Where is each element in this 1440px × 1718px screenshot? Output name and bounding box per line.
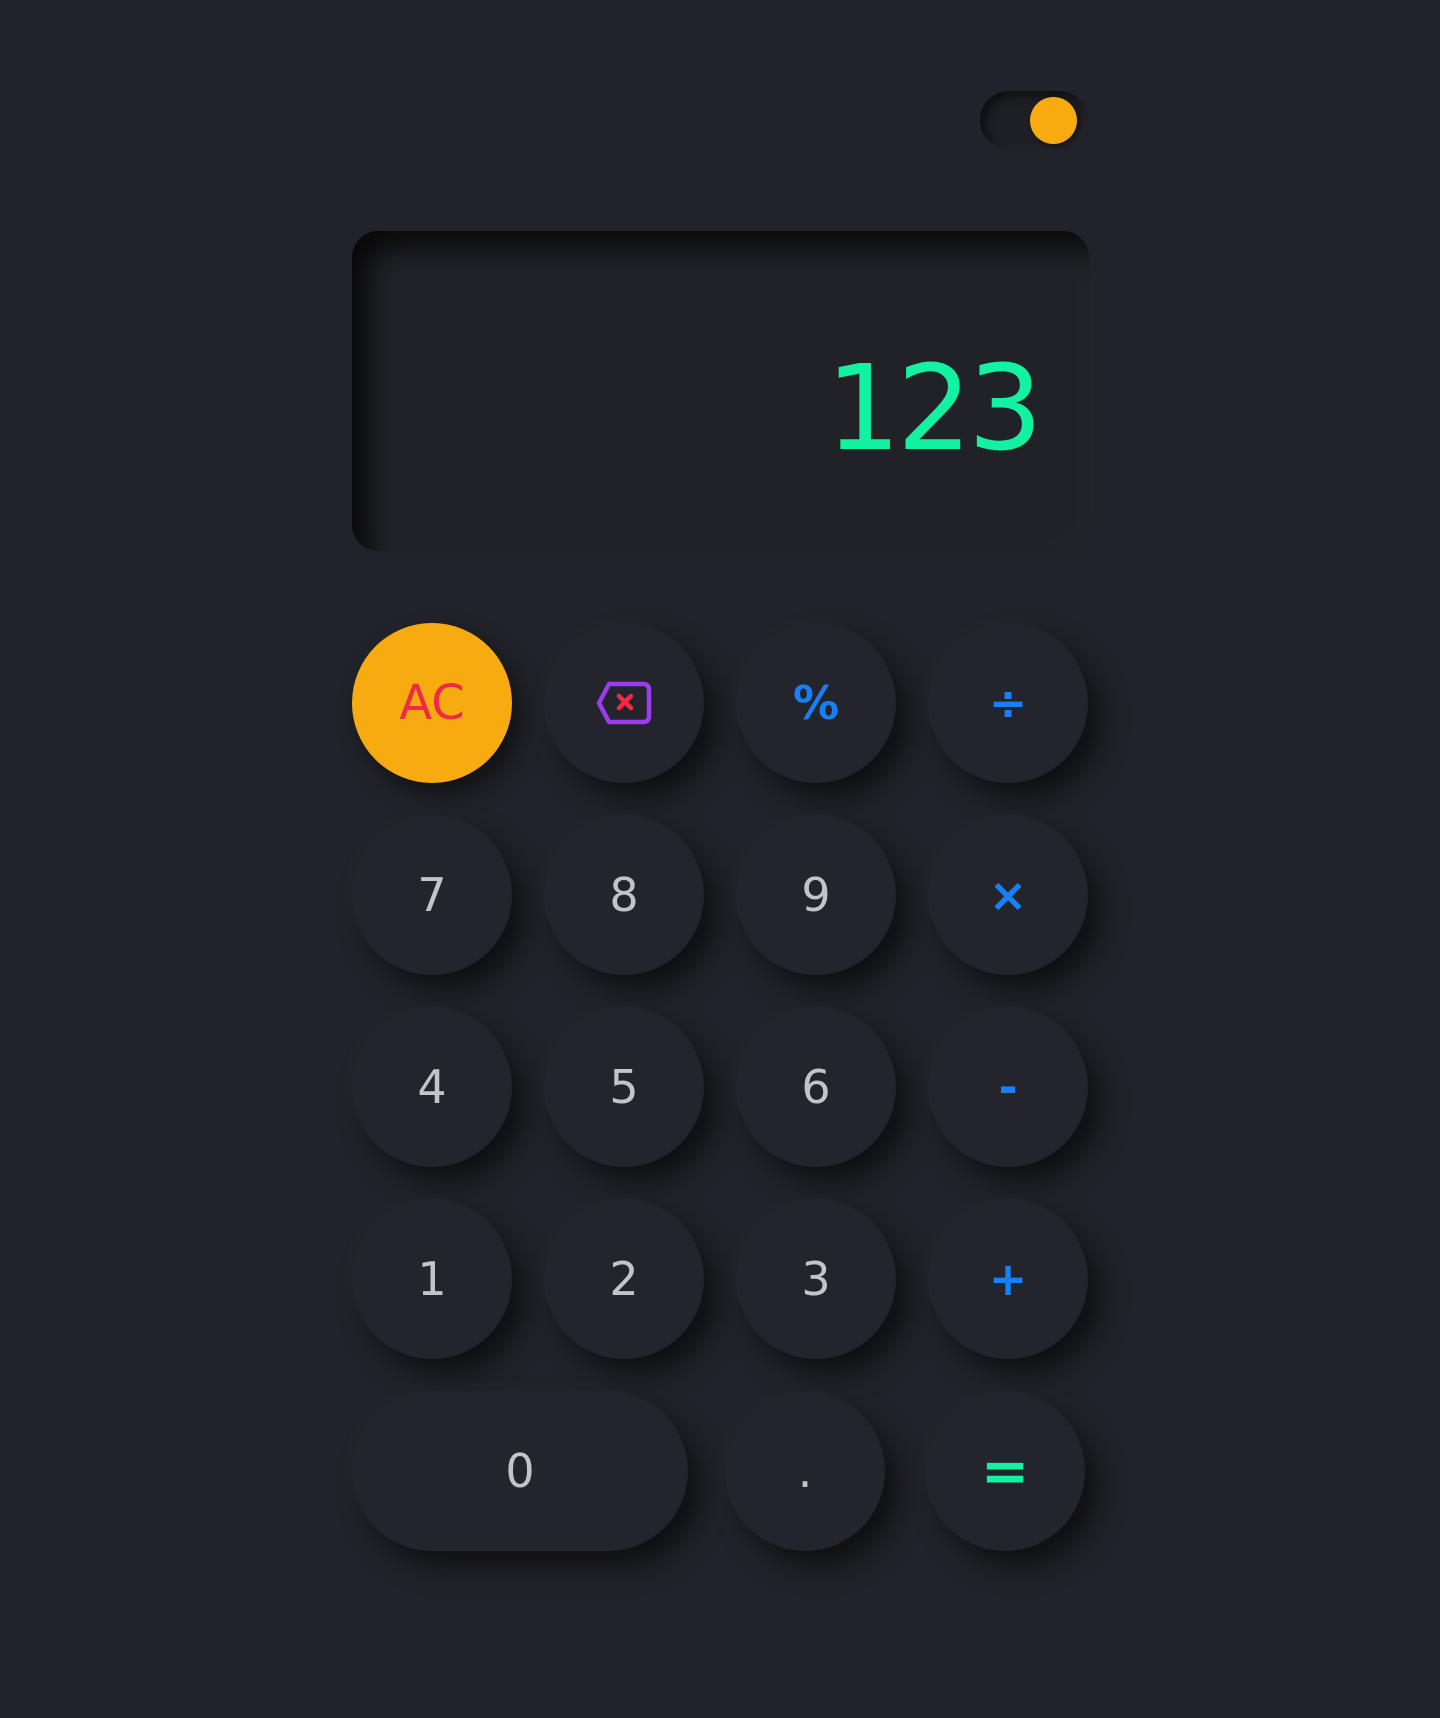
- calculator-app: 123 AC % ÷ 7 8 9 × 4 5 6 - 1 2 3 + 0 . =: [0, 0, 1440, 1718]
- digit-3-button[interactable]: 3: [736, 1199, 896, 1359]
- digit-6-label: 6: [801, 1060, 831, 1114]
- divide-label: ÷: [988, 676, 1028, 730]
- clear-button[interactable]: AC: [352, 623, 512, 783]
- backspace-button[interactable]: [544, 623, 704, 783]
- digit-0-label: 0: [505, 1444, 535, 1498]
- digit-9-button[interactable]: 9: [736, 815, 896, 975]
- digit-4-button[interactable]: 4: [352, 1007, 512, 1167]
- multiply-label: ×: [988, 868, 1028, 922]
- decimal-button[interactable]: .: [725, 1391, 885, 1551]
- digit-9-label: 9: [801, 868, 831, 922]
- equals-button[interactable]: =: [925, 1391, 1085, 1551]
- toggle-knob[interactable]: [1030, 97, 1077, 144]
- digit-7-label: 7: [417, 868, 447, 922]
- digit-4-label: 4: [417, 1060, 447, 1114]
- divide-button[interactable]: ÷: [928, 623, 1088, 783]
- digit-2-label: 2: [609, 1252, 639, 1306]
- calculator-display: 123: [352, 231, 1089, 551]
- digit-3-label: 3: [801, 1252, 831, 1306]
- percent-button[interactable]: %: [736, 623, 896, 783]
- equals-label: =: [980, 1437, 1030, 1505]
- digit-6-button[interactable]: 6: [736, 1007, 896, 1167]
- clear-label: AC: [399, 675, 465, 731]
- digit-8-button[interactable]: 8: [544, 815, 704, 975]
- plus-button[interactable]: +: [928, 1199, 1088, 1359]
- digit-0-button[interactable]: 0: [352, 1391, 688, 1551]
- digit-7-button[interactable]: 7: [352, 815, 512, 975]
- theme-toggle[interactable]: [980, 91, 1088, 149]
- digit-2-button[interactable]: 2: [544, 1199, 704, 1359]
- digit-8-label: 8: [609, 868, 639, 922]
- backspace-icon: [596, 681, 652, 725]
- display-value: 123: [825, 339, 1043, 477]
- percent-label: %: [792, 676, 840, 730]
- digit-1-button[interactable]: 1: [352, 1199, 512, 1359]
- digit-1-label: 1: [417, 1252, 447, 1306]
- digit-5-label: 5: [609, 1060, 639, 1114]
- digit-5-button[interactable]: 5: [544, 1007, 704, 1167]
- decimal-label: .: [797, 1444, 813, 1498]
- multiply-button[interactable]: ×: [928, 815, 1088, 975]
- minus-button[interactable]: -: [928, 1007, 1088, 1167]
- plus-label: +: [988, 1252, 1028, 1306]
- minus-label: -: [998, 1060, 1018, 1114]
